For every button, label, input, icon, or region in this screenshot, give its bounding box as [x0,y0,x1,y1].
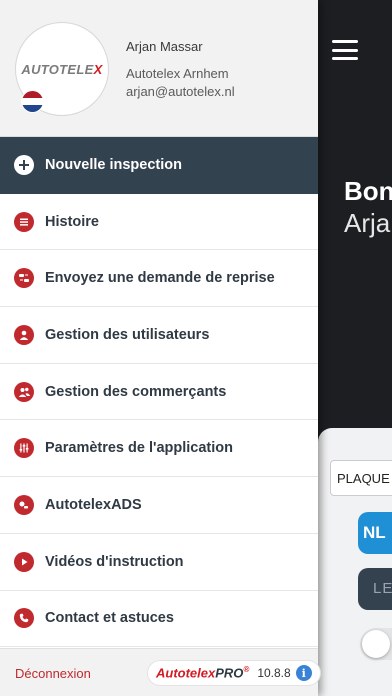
netherlands-flag-icon [21,90,44,113]
menu-item-label: Paramètres de l'application [45,440,233,457]
menu-item-trade-in-request[interactable]: Envoyez une demande de reprise [0,250,318,308]
hamburger-menu-icon[interactable] [332,40,358,60]
menu-item-label: Gestion des commerçants [45,383,227,400]
greeting-text: Bon [344,176,392,206]
menu-item-label: Histoire [45,213,99,230]
drawer-footer: Déconnexion AutotelexPRO® 10.8.8 i [0,648,320,696]
user-email: arjan@autotelex.nl [126,84,235,99]
info-icon[interactable]: i [295,665,312,681]
play-icon [14,551,34,572]
logout-link[interactable]: Déconnexion [15,666,91,681]
app-version-badge: AutotelexPRO® 10.8.8 i [148,661,320,685]
toggle-knob [362,630,390,658]
drawer-menu: Nouvelle inspection Histoire Envoyez une… [0,137,318,648]
user-name: Arjan Massar [126,39,203,54]
menu-item-label: Vidéos d'instruction [45,553,184,570]
autotelex-logo-text: AUTOTELEX [21,61,103,77]
sliders-icon [14,438,34,459]
car-swap-icon [14,268,34,289]
ads-icon [14,494,34,515]
menu-item-label: AutotelexADS [45,496,142,513]
menu-item-app-settings[interactable]: Paramètres de l'application [0,420,318,478]
phone-icon [14,608,34,629]
menu-item-user-management[interactable]: Gestion des utilisateurs [0,307,318,364]
app-version: 10.8.8 [257,666,291,680]
user-icon [14,324,34,345]
autotelex-pro-logo: AutotelexPRO® [156,665,250,681]
menu-item-label: Envoyez une demande de reprise [45,270,275,287]
menu-item-history[interactable]: Histoire [0,194,318,251]
greeting-name: Arja [344,208,391,238]
menu-item-dealer-management[interactable]: Gestion des commerçants [0,364,318,421]
menu-item-autotelexads[interactable]: AutotelexADS [0,477,318,534]
menu-item-new-inspection[interactable]: Nouvelle inspection [0,137,318,194]
menu-item-label: Nouvelle inspection [45,156,182,173]
menu-item-contact-tips[interactable]: Contact et astuces [0,591,318,648]
navigation-drawer: AUTOTELEX Arjan Massar Autotelex Arnhem … [0,0,320,696]
plate-type-select[interactable]: PLAQUE D [330,460,392,496]
menu-item-instruction-videos[interactable]: Vidéos d'instruction [0,534,318,591]
user-profile-header: AUTOTELEX Arjan Massar Autotelex Arnhem … [0,0,318,137]
background-app-panel: Bon Arja PLAQUE D NL LE [318,0,392,696]
plate-input-button[interactable]: LE [358,568,392,610]
menu-item-label: Contact et astuces [45,610,174,627]
plus-icon [14,154,34,175]
user-company: Autotelex Arnhem [126,66,229,81]
menu-item-label: Gestion des utilisateurs [45,326,210,343]
users-icon [14,381,34,402]
country-nl-button[interactable]: NL [358,512,392,554]
list-icon [14,211,34,232]
toggle-switch[interactable] [360,628,392,660]
